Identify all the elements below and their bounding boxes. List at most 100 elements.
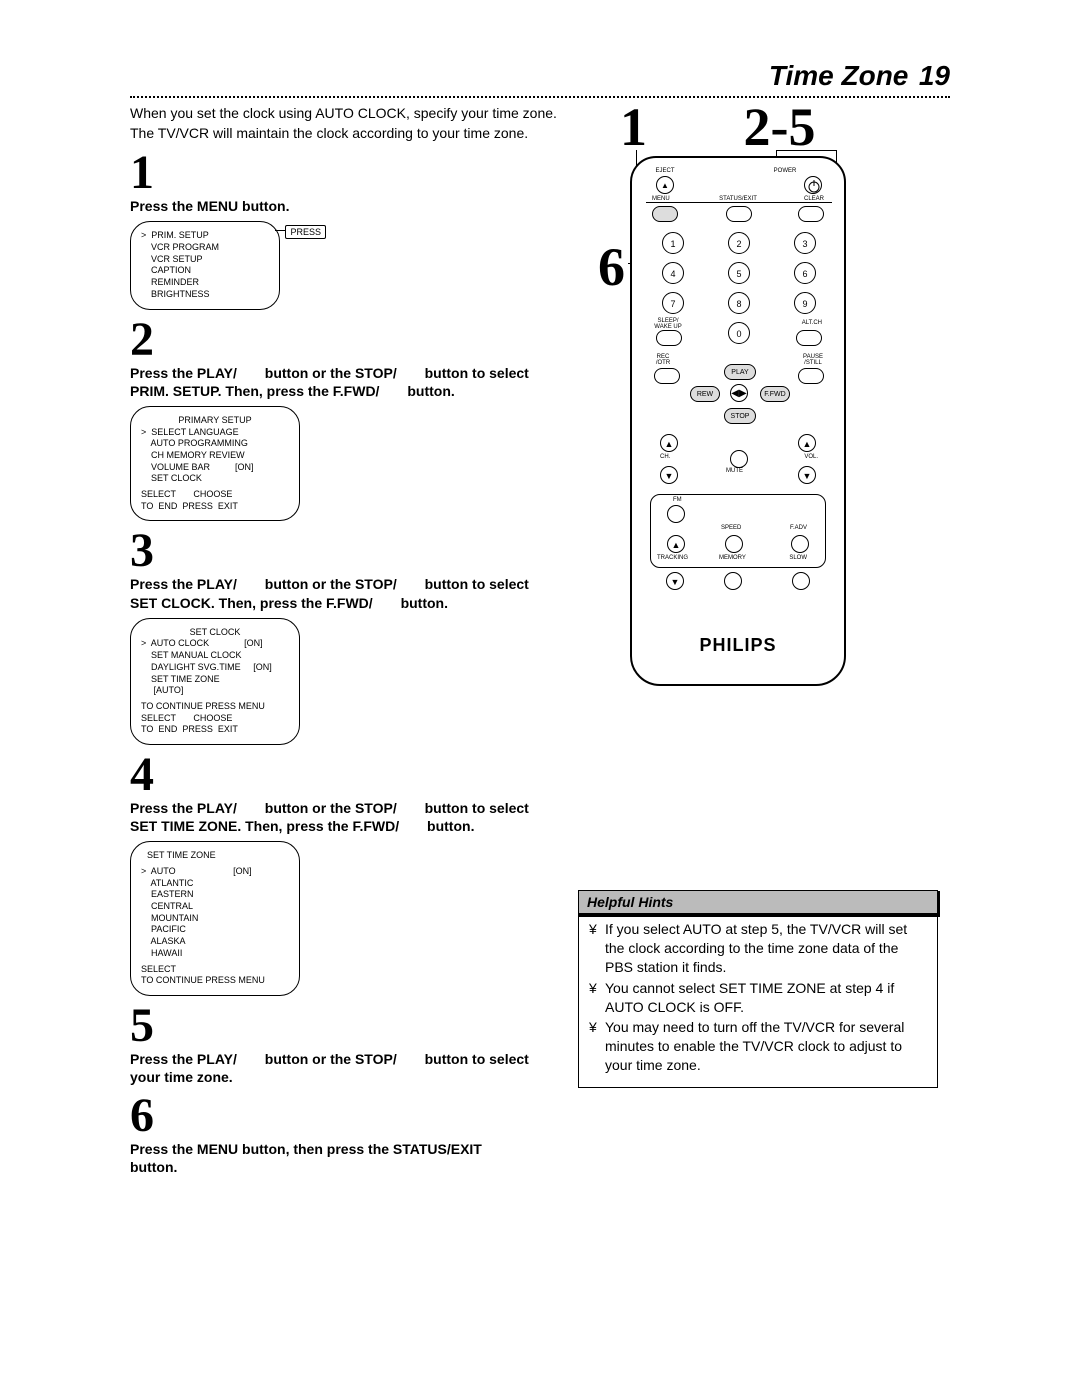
menu-item: EASTERN	[141, 889, 289, 901]
menu-item: AUTO PROGRAMMING	[141, 438, 289, 450]
menu-label: MENU	[652, 196, 670, 202]
menu-item: VCR PROGRAM	[141, 242, 269, 254]
num-7-button: 7	[662, 292, 684, 314]
fadv-button	[791, 535, 809, 553]
ch-down-icon: ▼	[660, 466, 678, 484]
fadv-label: F.ADV	[790, 525, 807, 531]
num-5-button: 5	[728, 262, 750, 284]
screen-header: PRIMARY SETUP	[141, 415, 289, 427]
menu-item: CAPTION	[141, 265, 269, 277]
vol-up-icon: ▲	[798, 434, 816, 452]
page-number: 19	[919, 60, 950, 91]
menu-item: CENTRAL	[141, 901, 289, 913]
fm-box: FM SPEED F.ADV ▲ TRACKING MEMORY SLOW	[650, 494, 826, 568]
screen-footer: SELECT CHOOSE	[141, 489, 289, 501]
clear-label: CLEAR	[804, 196, 824, 202]
sleep-button	[656, 330, 682, 346]
slow-button	[792, 572, 810, 590]
menu-item: > SELECT LANGUAGE	[141, 427, 289, 439]
menu-item: ALASKA	[141, 936, 289, 948]
vol-label: VOL.	[804, 454, 818, 460]
hint-item: ¥ If you select AUTO at step 5, the TV/V…	[589, 920, 927, 977]
menu-item: ATLANTIC	[141, 878, 289, 890]
screen-header: SET CLOCK	[141, 627, 289, 639]
hint-item: ¥ You may need to turn off the TV/VCR fo…	[589, 1018, 927, 1075]
tracking-label: TRACKING	[657, 555, 688, 561]
rew-button: REW	[690, 386, 720, 402]
hint-item: ¥ You cannot select SET TIME ZONE at ste…	[589, 979, 927, 1017]
helpful-hints-box: Helpful Hints ¥ If you select AUTO at st…	[578, 890, 938, 1088]
num-6-button: 6	[794, 262, 816, 284]
num-0-button: 0	[728, 322, 750, 344]
power-label: POWER	[770, 168, 800, 174]
screen-set-clock: SET CLOCK > AUTO CLOCK [ON] SET MANUAL C…	[130, 618, 300, 745]
divider	[646, 202, 832, 203]
screen-footer: SELECT	[141, 964, 289, 976]
menu-item: BRIGHTNESS	[141, 289, 269, 301]
pause-label: PAUSE /STILL	[798, 354, 828, 366]
menu-item: [AUTO]	[141, 685, 289, 697]
tracking-down-icon: ▼	[666, 572, 684, 590]
slow-label: SLOW	[789, 555, 807, 561]
callout-2-5: 2-5	[744, 96, 816, 158]
menu-item: CH MEMORY REVIEW	[141, 450, 289, 462]
fm-label: FM	[673, 497, 682, 503]
step-5-text: Press the PLAY/ button or the STOP/ butt…	[130, 1050, 570, 1086]
enter-icon: ◀▶	[730, 384, 748, 402]
rec-button	[654, 368, 680, 384]
screen-footer: TO END PRESS EXIT	[141, 724, 289, 736]
menu-item: HAWAII	[141, 948, 289, 960]
memory-button	[724, 572, 742, 590]
step-4-text: Press the PLAY/ button or the STOP/ butt…	[130, 799, 570, 835]
helpful-hints-title: Helpful Hints	[579, 891, 937, 914]
pause-button	[798, 368, 824, 384]
power-button	[804, 176, 822, 194]
memory-label: MEMORY	[719, 555, 746, 561]
eject-button: ▲	[656, 176, 674, 194]
menu-item: SET MANUAL CLOCK	[141, 650, 289, 662]
clear-button	[798, 206, 824, 222]
num-9-button: 9	[794, 292, 816, 314]
screen-footer: TO CONTINUE PRESS MENU	[141, 975, 289, 987]
press-label: PRESS	[285, 225, 326, 239]
speed-button	[725, 535, 743, 553]
num-4-button: 4	[662, 262, 684, 284]
remote-diagram: EJECT ▲ POWER MENU STATUS/EXIT CLEAR 1 2…	[630, 156, 846, 686]
speed-label: SPEED	[721, 525, 741, 531]
callout-line	[776, 150, 836, 151]
intro-line-2: The TV/VCR will maintain the clock accor…	[130, 124, 590, 144]
menu-item: DAYLIGHT SVG.TIME [ON]	[141, 662, 289, 674]
menu-item: > AUTO CLOCK [ON]	[141, 638, 289, 650]
menu-item: VCR SETUP	[141, 254, 269, 266]
callout-1: 1	[620, 96, 730, 158]
sleep-label: SLEEP/ WAKE UP	[650, 318, 686, 330]
menu-item: MOUNTAIN	[141, 913, 289, 925]
screen-footer: SELECT CHOOSE	[141, 713, 289, 725]
ch-label: CH.	[660, 454, 670, 460]
divider-dots	[130, 96, 950, 98]
altch-button	[796, 330, 822, 346]
rec-label: REC /OTR	[650, 354, 676, 366]
num-2-button: 2	[728, 232, 750, 254]
vol-down-icon: ▼	[798, 466, 816, 484]
altch-label: ALT.CH	[802, 320, 822, 326]
menu-item: PACIFIC	[141, 924, 289, 936]
callout-numbers: 1 2-5	[620, 96, 815, 158]
page-title: Time Zone	[769, 60, 909, 91]
screen-set-time-zone: SET TIME ZONE > AUTO [ON] ATLANTIC EASTE…	[130, 841, 300, 996]
screen-main-menu: > PRIM. SETUP VCR PROGRAM VCR SETUP CAPT…	[130, 221, 280, 309]
step-2-text: Press the PLAY/ button or the STOP/ butt…	[130, 364, 570, 400]
screen-footer: TO CONTINUE PRESS MENU	[141, 701, 289, 713]
brand-logo: PHILIPS	[632, 635, 844, 656]
status-exit-label: STATUS/EXIT	[708, 196, 768, 202]
menu-button	[652, 206, 678, 222]
num-1-button: 1	[662, 232, 684, 254]
menu-item: > AUTO [ON]	[141, 866, 289, 878]
menu-item: VOLUME BAR [ON]	[141, 462, 289, 474]
screen-primary-setup: PRIMARY SETUP > SELECT LANGUAGE AUTO PRO…	[130, 406, 300, 522]
step-1-text: Press the MENU button.	[130, 197, 570, 215]
menu-item: SET CLOCK	[141, 473, 289, 485]
mute-label: MUTE	[726, 468, 743, 474]
menu-item: > PRIM. SETUP	[141, 230, 269, 242]
tracking-up-icon: ▲	[667, 535, 685, 553]
